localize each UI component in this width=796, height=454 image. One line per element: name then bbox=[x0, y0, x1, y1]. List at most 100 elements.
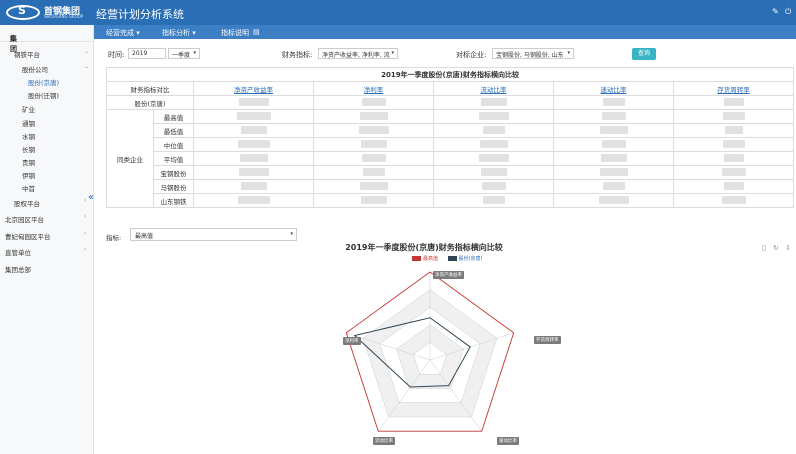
sidebar-item-steel[interactable]: 钢铁平台 bbox=[14, 49, 40, 59]
column-header[interactable]: 流动比率 bbox=[433, 81, 554, 96]
redacted-value bbox=[479, 139, 508, 148]
chevron-right-icon: › bbox=[84, 197, 87, 204]
redacted-value bbox=[722, 111, 745, 120]
redacted-value bbox=[723, 153, 744, 162]
sidebar-item-equity[interactable]: 股权平台 bbox=[14, 198, 40, 208]
logo: S 首钢集团 SHOUGANG GROUP bbox=[6, 4, 86, 21]
redacted-value bbox=[481, 181, 506, 190]
redacted-value bbox=[601, 139, 626, 148]
chevron-down-icon: ⌄ bbox=[84, 63, 90, 70]
table-row: 山东钢铁 bbox=[107, 193, 795, 208]
redacted-value bbox=[723, 181, 744, 190]
column-header[interactable]: 净资产收益率 bbox=[193, 81, 314, 96]
table-row: 平均值 bbox=[107, 151, 795, 166]
edit-icon[interactable]: ✎ bbox=[772, 7, 779, 16]
year-input[interactable]: 2019 bbox=[128, 48, 166, 59]
sidebar-item-direct[interactable]: 直管单位 bbox=[5, 247, 31, 257]
sidebar-item-qiangang[interactable]: 股份(迁钢) bbox=[28, 90, 59, 100]
chart-indicator-label: 指标: bbox=[106, 234, 122, 242]
sidebar-header[interactable]: ▦ 集团 bbox=[0, 28, 94, 53]
table-title: 2019年一季度股份(京唐)财务指标横向比较 bbox=[105, 67, 795, 82]
redacted-value bbox=[360, 195, 387, 204]
row-label: 山东钢铁 bbox=[153, 193, 194, 208]
chevron-right-icon: › bbox=[84, 230, 87, 237]
refresh-icon[interactable]: ↻ bbox=[773, 244, 779, 252]
chevron-down-icon: ⌄ bbox=[84, 48, 90, 55]
sidebar-item-caofeidian[interactable]: 曹妃甸园区平台 bbox=[5, 231, 51, 241]
redacted-value bbox=[236, 111, 271, 120]
sidebar-item-zhongshou[interactable]: 中首 bbox=[22, 183, 35, 193]
redacted-value bbox=[721, 167, 746, 176]
redacted-value bbox=[238, 97, 269, 106]
document-icon: ▤ bbox=[253, 28, 260, 36]
radar-axis-label: 净利率 bbox=[343, 337, 361, 345]
top-bar: S 首钢集团 SHOUGANG GROUP 经营计划分析系统 ✎ ⏻ bbox=[0, 0, 796, 25]
sidebar-item-shuigang[interactable]: 水钢 bbox=[22, 131, 35, 141]
redacted-value bbox=[721, 195, 746, 204]
menu-item-explanation[interactable]: 指标说明 bbox=[221, 28, 249, 38]
redacted-value bbox=[360, 139, 387, 148]
sidebar-item-mining[interactable]: 矿业 bbox=[22, 104, 35, 114]
table-row: 同类企业 最高值 bbox=[106, 109, 795, 208]
company-label: 对标企业: bbox=[456, 51, 487, 59]
table-header-row: 财务指标对比 净资产收益率 净利率 流动比率 速动比率 存货周转率 bbox=[106, 81, 795, 96]
redacted-value bbox=[601, 111, 626, 120]
sidebar-item-jingtang[interactable]: 股份(京唐) bbox=[28, 77, 59, 87]
row-label: 宝钢股份 bbox=[153, 165, 194, 180]
sidebar-item-guigang[interactable]: 贵钢 bbox=[22, 157, 35, 167]
logo-subtext: SHOUGANG GROUP bbox=[44, 14, 84, 19]
sidebar-item-yigang[interactable]: 伊钢 bbox=[22, 170, 35, 180]
chevron-down-icon: ▾ bbox=[391, 50, 394, 56]
redacted-value bbox=[602, 181, 625, 190]
sidebar-item-shares[interactable]: 股份公司 bbox=[22, 64, 48, 74]
radar-axis-label: 速动比率 bbox=[497, 437, 519, 445]
indicator-label: 财务指标: bbox=[282, 51, 313, 59]
group-label: 同类企业 bbox=[106, 109, 154, 208]
indicator-select[interactable]: 净资产收益率, 净利率, 流 ▾ bbox=[318, 48, 398, 59]
redacted-value bbox=[239, 153, 268, 162]
sidebar-item-beijing[interactable]: 北京园区平台 bbox=[5, 214, 44, 224]
sidebar-item-hq[interactable]: 集团总部 bbox=[5, 264, 31, 274]
data-view-icon[interactable]: ▯ bbox=[762, 244, 766, 252]
menu-item-completion[interactable]: 经营完成 ▾ bbox=[106, 28, 140, 38]
redacted-value bbox=[724, 125, 743, 134]
row-label: 平均值 bbox=[153, 151, 194, 166]
row-label: 股份(京唐) bbox=[106, 95, 194, 110]
download-icon[interactable]: ⇩ bbox=[785, 244, 791, 252]
redacted-value bbox=[361, 97, 386, 106]
table-row: 股份(京唐) bbox=[106, 95, 795, 110]
radar-axis-label: 净资产收益率 bbox=[433, 271, 464, 279]
collapse-sidebar-icon[interactable]: « bbox=[88, 192, 94, 203]
sidebar-item-tonggang[interactable]: 通钢 bbox=[22, 118, 35, 128]
table-row: 中位值 bbox=[107, 137, 795, 152]
redacted-value bbox=[480, 167, 507, 176]
row-label: 最低值 bbox=[153, 123, 194, 138]
chevron-down-icon: ▾ bbox=[193, 50, 196, 56]
column-header[interactable]: 净利率 bbox=[313, 81, 434, 96]
sidebar: ▦ 集团 钢铁平台 ⌄ 股份公司 ⌄ 股份(京唐) 股份(迁钢) 矿业 通钢 水… bbox=[0, 25, 94, 454]
company-select[interactable]: 宝钢股份, 马钢股份, 山东 ▾ bbox=[492, 48, 574, 59]
power-icon[interactable]: ⏻ bbox=[785, 7, 791, 17]
legend-swatch bbox=[447, 256, 457, 261]
column-header[interactable]: 存货周转率 bbox=[672, 81, 795, 96]
redacted-value bbox=[237, 139, 270, 148]
menu-bar: 经营完成 ▾ 指标分析 ▾ 指标说明 ▤ bbox=[94, 25, 796, 39]
redacted-value bbox=[238, 167, 269, 176]
chart-indicator-select[interactable]: 最高值 ▾ bbox=[130, 228, 297, 241]
chart-legend: 最高值 股份(京唐) bbox=[412, 255, 483, 262]
redacted-value bbox=[599, 167, 628, 176]
redacted-value bbox=[480, 97, 507, 106]
redacted-value bbox=[602, 97, 625, 106]
menu-item-analysis[interactable]: 指标分析 ▾ bbox=[162, 28, 196, 38]
quarter-select[interactable]: 一季度 ▾ bbox=[168, 48, 200, 59]
redacted-value bbox=[478, 111, 509, 120]
radar-chart bbox=[345, 271, 515, 432]
sidebar-item-changgang[interactable]: 长钢 bbox=[22, 144, 35, 154]
redacted-value bbox=[358, 125, 389, 134]
radar-axis-label: 流动比率 bbox=[373, 437, 395, 445]
query-button[interactable]: 查询 bbox=[632, 48, 656, 60]
row-label: 马钢股份 bbox=[153, 179, 194, 194]
redacted-value bbox=[237, 195, 270, 204]
redacted-value bbox=[362, 167, 385, 176]
column-header[interactable]: 速动比率 bbox=[553, 81, 674, 96]
